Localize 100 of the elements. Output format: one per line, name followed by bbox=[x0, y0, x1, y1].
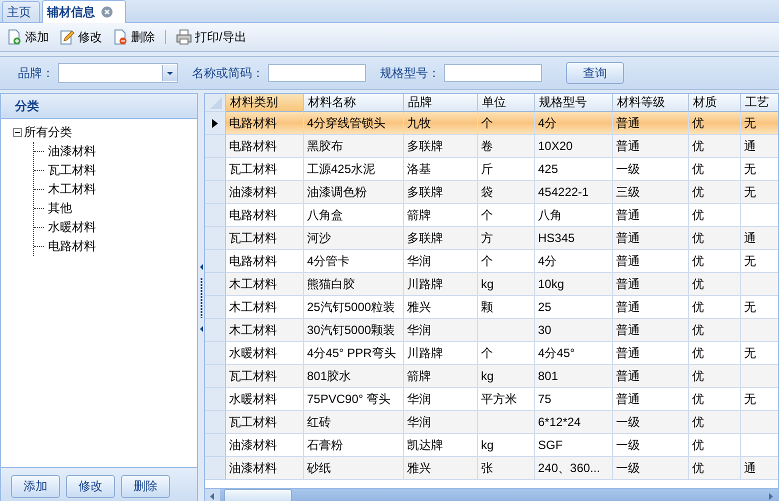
scroll-thumb[interactable] bbox=[224, 489, 292, 501]
table-cell: 木工材料 bbox=[226, 319, 304, 342]
table-cell: 优 bbox=[689, 227, 741, 250]
table-cell: 方 bbox=[478, 227, 535, 250]
tree-item[interactable]: 水暖材料 bbox=[48, 219, 96, 236]
table-cell: 优 bbox=[689, 181, 741, 204]
table-cell: 优 bbox=[689, 273, 741, 296]
panel-button[interactable]: 修改 bbox=[66, 474, 115, 498]
table-cell: 箭牌 bbox=[404, 365, 478, 388]
search-button[interactable]: 查询 bbox=[566, 62, 624, 84]
table-cell: 无 bbox=[741, 181, 778, 204]
toolbar-button[interactable]: 修改 bbox=[59, 28, 102, 46]
tab[interactable]: 主页 bbox=[2, 1, 40, 22]
table-cell: 三级 bbox=[613, 181, 689, 204]
column-header[interactable]: 品牌 bbox=[404, 94, 478, 112]
table-cell: 油漆调色粉 bbox=[304, 181, 404, 204]
scroll-left-icon[interactable] bbox=[205, 489, 220, 501]
table-cell: 九牧 bbox=[404, 112, 478, 135]
table-cell: 通 bbox=[741, 457, 778, 480]
column-header[interactable]: 材料类别 bbox=[226, 94, 304, 112]
table-cell: 红砖 bbox=[304, 411, 404, 434]
table-cell: 瓦工材料 bbox=[226, 227, 304, 250]
table-cell: 普通 bbox=[613, 319, 689, 342]
table-cell: 多联牌 bbox=[404, 181, 478, 204]
table-cell: 一级 bbox=[613, 411, 689, 434]
table-cell: 黑胶布 bbox=[304, 135, 404, 158]
column-header[interactable]: 材料名称 bbox=[304, 94, 404, 112]
table-cell: 通 bbox=[741, 135, 778, 158]
panel-button[interactable]: 删除 bbox=[121, 474, 170, 498]
panel-button[interactable]: 添加 bbox=[11, 474, 60, 498]
tree-item[interactable]: 木工材料 bbox=[48, 181, 96, 198]
table-cell: 优 bbox=[689, 411, 741, 434]
table-cell: kg bbox=[478, 273, 535, 296]
close-icon[interactable] bbox=[101, 6, 113, 18]
add-icon bbox=[6, 29, 22, 45]
splitter-handle-icon[interactable] bbox=[198, 264, 204, 334]
table-cell: 华润 bbox=[404, 411, 478, 434]
tree-item[interactable]: 电路材料 bbox=[48, 238, 96, 255]
table-cell: 801胶水 bbox=[304, 365, 404, 388]
pencil-icon bbox=[59, 29, 75, 45]
table-cell: 优 bbox=[689, 365, 741, 388]
table-cell: 袋 bbox=[478, 181, 535, 204]
table-cell: 优 bbox=[689, 135, 741, 158]
table-cell: 普通 bbox=[613, 112, 689, 135]
table-cell: 10X20 bbox=[535, 135, 613, 158]
table-cell: 无 bbox=[741, 112, 778, 135]
table-cell: 油漆材料 bbox=[226, 457, 304, 480]
table-cell: 华润 bbox=[404, 319, 478, 342]
table-cell: 6*12*24 bbox=[535, 411, 613, 434]
table-cell: 电路材料 bbox=[226, 135, 304, 158]
row-header[interactable] bbox=[205, 112, 226, 135]
table-cell: 优 bbox=[689, 319, 741, 342]
table-cell: 木工材料 bbox=[226, 273, 304, 296]
table-cell: 优 bbox=[689, 457, 741, 480]
table-cell: 一级 bbox=[613, 457, 689, 480]
column-header[interactable]: 材质 bbox=[689, 94, 741, 112]
column-header[interactable]: 规格型号 bbox=[535, 94, 613, 112]
table-cell: 雅兴 bbox=[404, 457, 478, 480]
column-header[interactable]: 单位 bbox=[478, 94, 535, 112]
row-pointer-icon bbox=[212, 118, 218, 128]
filter-label: 规格型号： bbox=[380, 64, 440, 82]
table-cell: 瓦工材料 bbox=[226, 411, 304, 434]
toolbar-button[interactable]: 打印/导出 bbox=[176, 28, 246, 46]
filter-label: 品牌： bbox=[18, 64, 54, 82]
table-cell: kg bbox=[478, 365, 535, 388]
printer-icon bbox=[176, 29, 192, 45]
table-cell: 普通 bbox=[613, 135, 689, 158]
toolbar-button[interactable]: 删除 bbox=[112, 28, 155, 46]
filter-label: 名称或简码： bbox=[192, 64, 264, 82]
tree-item[interactable]: 所有分类 bbox=[24, 124, 72, 141]
table-cell: 30 bbox=[535, 319, 613, 342]
table-cell: 240、360... bbox=[535, 457, 613, 480]
table-cell: 油漆材料 bbox=[226, 181, 304, 204]
tab[interactable]: 辅材信息 bbox=[42, 0, 126, 23]
table-cell: 4分穿线管锁头 bbox=[304, 112, 404, 135]
table-cell: 河沙 bbox=[304, 227, 404, 250]
table-cell: 普通 bbox=[613, 365, 689, 388]
table-cell: 张 bbox=[478, 457, 535, 480]
horizontal-scrollbar[interactable] bbox=[205, 488, 778, 501]
table-cell bbox=[478, 319, 535, 342]
table-cell: 普通 bbox=[613, 273, 689, 296]
column-header[interactable]: 材料等级 bbox=[613, 94, 689, 112]
table-cell: 454222-1 bbox=[535, 181, 613, 204]
column-header[interactable]: 工艺 bbox=[741, 94, 778, 112]
table-cell: 10kg bbox=[535, 273, 613, 296]
toolbar-button[interactable]: 添加 bbox=[6, 28, 49, 46]
table-cell: 4分 bbox=[535, 112, 613, 135]
table-cell: 瓦工材料 bbox=[226, 365, 304, 388]
table-cell: 通 bbox=[741, 227, 778, 250]
tree-item[interactable]: 瓦工材料 bbox=[48, 162, 96, 179]
panel-title: 分类 bbox=[1, 94, 197, 119]
table-cell: 优 bbox=[689, 112, 741, 135]
collapse-icon[interactable] bbox=[13, 128, 22, 137]
tree-item[interactable]: 其他 bbox=[48, 200, 72, 217]
table-cell: 普通 bbox=[613, 227, 689, 250]
tree-item[interactable]: 油漆材料 bbox=[48, 143, 96, 160]
input-field[interactable] bbox=[268, 64, 366, 82]
input-field[interactable] bbox=[444, 64, 542, 82]
table-cell: 801 bbox=[535, 365, 613, 388]
table-cell: 砂纸 bbox=[304, 457, 404, 480]
